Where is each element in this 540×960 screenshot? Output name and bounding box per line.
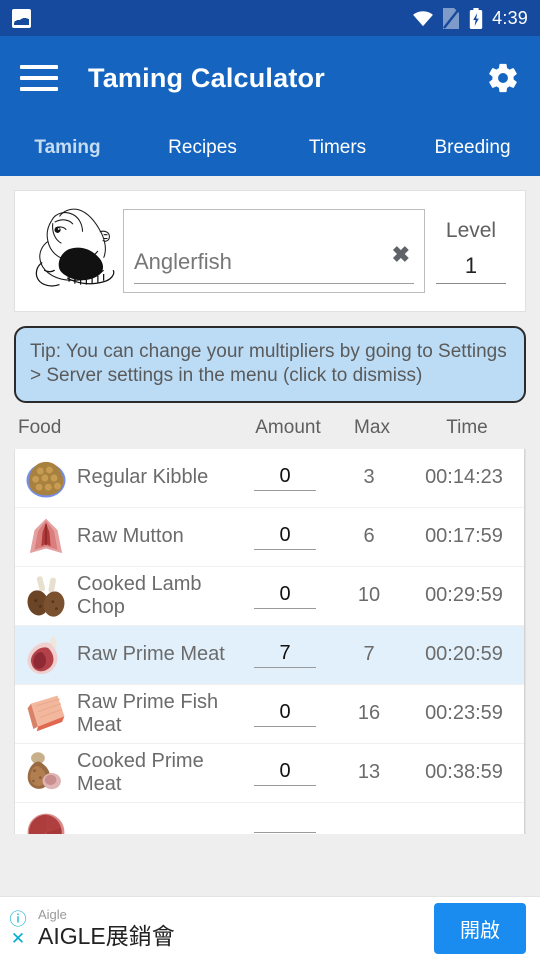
image-icon [12, 8, 31, 28]
food-name: Cooked Lamb Chop [77, 572, 202, 618]
food-name: Raw Prime Fish Meat [77, 690, 219, 736]
food-cell [17, 809, 237, 834]
tip-banner[interactable]: Tip: You can change your multipliers by … [14, 326, 526, 403]
food-cell: Raw Prime Meat [17, 632, 237, 678]
ad-headline: AIGLE展銷會 [38, 922, 175, 949]
food-name: Regular Kibble [77, 466, 209, 489]
table-row[interactable]: Raw Prime Meat 7 7 00:20:59 [15, 625, 525, 685]
status-bar-notifications [12, 8, 31, 28]
status-bar: 4:39 [0, 0, 540, 36]
ad-cta-button[interactable]: 開啟 [434, 903, 526, 954]
raw-prime-meat-icon [27, 635, 58, 674]
time-cell: 00:38:59 [425, 761, 503, 784]
cooked-prime-meat-icon [27, 751, 61, 789]
time-cell: 00:20:59 [425, 643, 503, 666]
max-cell: 6 [363, 525, 375, 548]
tab-bar: Taming Recipes Timers Breeding [0, 120, 540, 176]
amount-input[interactable]: 0 [254, 701, 316, 727]
food-cell: Raw Mutton [17, 514, 237, 560]
amount-cell [237, 830, 333, 834]
battery-charging-icon [469, 7, 483, 29]
time-cell: 00:23:59 [425, 702, 503, 725]
raw-mutton-icon [29, 518, 63, 553]
amount-input[interactable]: 0 [254, 760, 316, 786]
table-row[interactable]: Raw Prime Fish Meat 0 16 00:23:59 [15, 685, 525, 744]
amount-input[interactable]: 7 [254, 642, 316, 668]
hamburger-menu-icon[interactable] [20, 65, 58, 91]
amount-input[interactable]: 0 [254, 583, 316, 609]
raw-prime-fish-icon [27, 695, 65, 731]
amount-input[interactable]: 0 [254, 465, 316, 491]
table-header: Food Amount Max Time [0, 403, 540, 449]
column-header-food: Food [18, 416, 62, 438]
max-cell: 10 [357, 584, 381, 607]
amount-input[interactable]: 0 [254, 524, 316, 550]
time-cell: 00:29:59 [425, 584, 503, 607]
food-cell: Regular Kibble [17, 455, 237, 501]
ad-advertiser: Aigle [38, 906, 67, 922]
max-cell: 3 [363, 466, 375, 489]
amount-cell: 0 [237, 524, 333, 550]
food-name: Raw Prime Meat [77, 643, 225, 666]
creature-search-field[interactable]: Anglerfish ✖ [123, 209, 425, 293]
amount-input[interactable] [254, 830, 316, 834]
clear-icon[interactable]: ✖ [392, 244, 410, 266]
tab-breeding[interactable]: Breeding [405, 137, 540, 159]
anglerfish-illustration [35, 208, 115, 287]
level-input[interactable]: 1 [436, 253, 506, 284]
table-row[interactable]: Regular Kibble 0 3 00:14:23 [15, 449, 525, 508]
food-cell: Cooked Lamb Chop [17, 573, 237, 619]
amount-cell: 0 [237, 583, 333, 609]
cooked-lamb-chop-icon [27, 575, 65, 617]
kibble-icon [26, 461, 66, 498]
amount-cell: 0 [237, 760, 333, 786]
max-cell: 13 [357, 761, 381, 784]
tab-recipes[interactable]: Recipes [135, 137, 270, 159]
app-root: 4:39 Taming Calculator Taming Recipes Ti… [0, 0, 540, 960]
food-cell: Cooked Prime Meat [17, 750, 237, 796]
scrollbar[interactable] [524, 448, 525, 834]
ad-banner[interactable]: ⓘ ✕ Aigle AIGLE展銷會 開啟 [0, 896, 540, 960]
amount-cell: 7 [237, 642, 333, 668]
food-list[interactable]: Regular Kibble 0 3 00:14:23 Raw Mutton 0 [14, 448, 526, 834]
max-cell: 16 [357, 702, 381, 725]
time-cell: 00:17:59 [425, 525, 503, 548]
ad-text: Aigle AIGLE展銷會 [34, 907, 434, 950]
food-name: Cooked Prime Meat [77, 749, 204, 795]
table-row[interactable]: Raw Mutton 0 6 00:17:59 [15, 508, 525, 567]
food-name: Raw Mutton [77, 525, 184, 548]
page-title: Taming Calculator [88, 62, 325, 93]
column-header-amount: Amount [255, 416, 321, 438]
tab-timers[interactable]: Timers [270, 137, 405, 159]
status-bar-system: 4:39 [412, 7, 528, 29]
wifi-icon [413, 11, 434, 27]
close-icon[interactable]: ✕ [11, 930, 25, 947]
table-row[interactable]: Cooked Lamb Chop 0 10 00:29:59 [15, 567, 525, 626]
app-bar: Taming Calculator [0, 36, 540, 120]
table-row[interactable] [15, 803, 525, 834]
creature-search-card: Anglerfish ✖ Level 1 [14, 190, 526, 312]
gear-icon[interactable] [486, 61, 520, 95]
raw-meat-icon [27, 813, 65, 834]
creature-name-value[interactable]: Anglerfish [134, 249, 414, 284]
level-group: Level 1 [425, 205, 517, 297]
ad-controls: ⓘ ✕ [0, 911, 34, 947]
info-icon[interactable]: ⓘ [10, 911, 27, 928]
amount-cell: 0 [237, 465, 333, 491]
column-header-time: Time [446, 416, 488, 438]
level-label: Level [445, 218, 497, 242]
table-row[interactable]: Cooked Prime Meat 0 13 00:38:59 [15, 744, 525, 803]
status-bar-clock: 4:39 [492, 7, 528, 28]
column-header-max: Max [354, 416, 390, 438]
time-cell: 00:14:23 [425, 466, 503, 489]
max-cell: 7 [363, 643, 375, 666]
food-cell: Raw Prime Fish Meat [17, 691, 237, 737]
amount-cell: 0 [237, 701, 333, 727]
no-sim-icon [443, 7, 461, 29]
tab-taming[interactable]: Taming [0, 137, 135, 159]
